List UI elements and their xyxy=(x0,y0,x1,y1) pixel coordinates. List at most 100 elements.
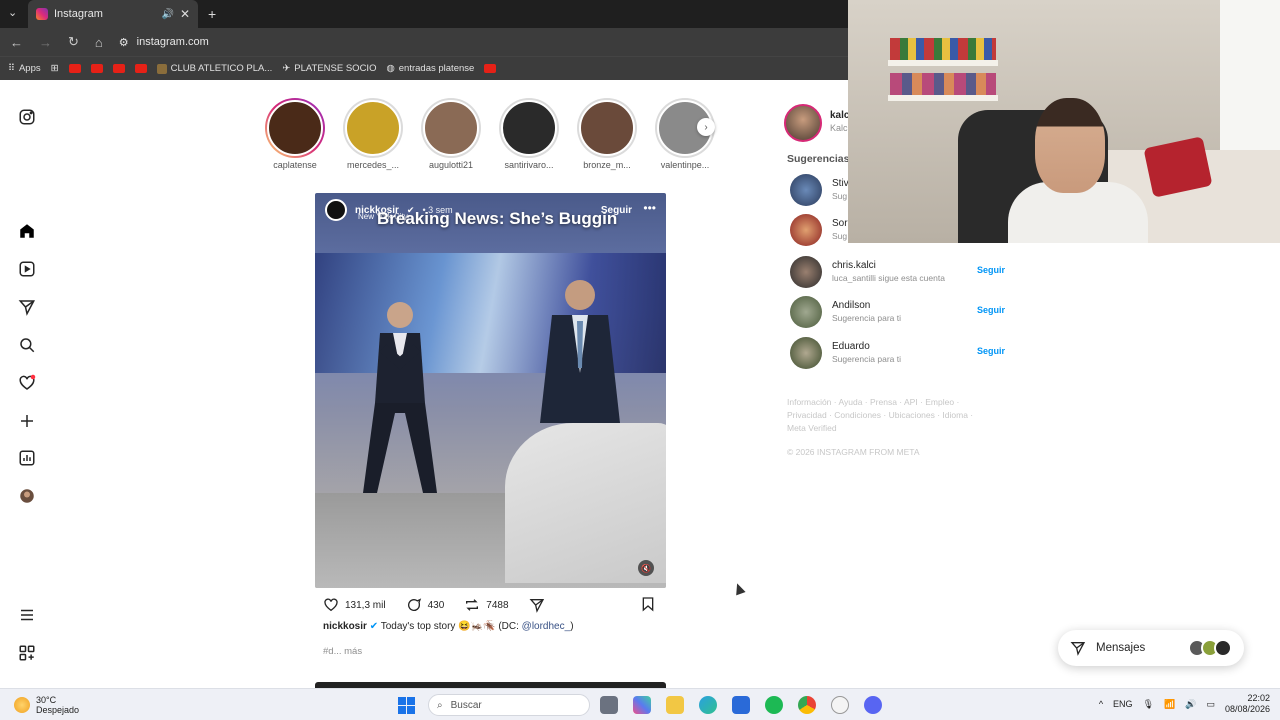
language-indicator[interactable]: ENG xyxy=(1113,699,1133,709)
follow-button[interactable]: Seguir xyxy=(977,346,1005,356)
dancing-anchor-figure xyxy=(363,302,437,493)
comments-count[interactable]: 430 xyxy=(428,600,445,611)
messages-button[interactable]: Mensajes xyxy=(1058,630,1244,666)
home-icon[interactable]: ⌂ xyxy=(95,35,103,50)
bookmark-platense-socio[interactable]: ✈ PLATENSE SOCIO xyxy=(282,63,376,74)
weather-widget[interactable]: 30°C Despejado xyxy=(14,695,79,715)
direct-send-icon[interactable] xyxy=(18,298,36,316)
forward-icon[interactable]: → xyxy=(39,35,52,50)
more-apps-icon[interactable] xyxy=(18,644,36,662)
instagram-logo-icon[interactable] xyxy=(18,108,36,126)
story-username: mercedes_... xyxy=(346,160,400,170)
copilot-icon[interactable] xyxy=(633,696,651,714)
suggestion-avatar[interactable] xyxy=(790,174,822,206)
store-icon[interactable] xyxy=(732,696,750,714)
comment-icon[interactable] xyxy=(406,597,422,613)
profile-avatar-icon[interactable] xyxy=(18,487,36,505)
bookmark-club-atletico[interactable]: CLUB ATLETICO PLA... xyxy=(156,63,272,74)
suggestion-item[interactable]: Andilson Sugerencia para ti Seguir xyxy=(790,296,1005,328)
edge-icon[interactable] xyxy=(699,696,717,714)
suggestion-item[interactable]: chris.kalci luca_santilli sigue esta cue… xyxy=(790,256,1005,288)
suggestion-avatar[interactable] xyxy=(790,296,822,328)
caption-more-link[interactable]: #d... más xyxy=(323,646,362,657)
seated-anchor-figure xyxy=(540,280,620,423)
create-plus-icon[interactable] xyxy=(18,412,36,430)
close-tab-icon[interactable]: ✕ xyxy=(180,7,190,21)
tab-search-chevron-icon[interactable]: ⌄ xyxy=(8,6,17,19)
menu-hamburger-icon[interactable] xyxy=(18,606,36,624)
reels-icon[interactable] xyxy=(18,260,36,278)
discord-icon[interactable] xyxy=(864,696,882,714)
globe-icon: ◍ xyxy=(386,63,395,74)
whatsapp-icon[interactable] xyxy=(831,696,849,714)
speaker-icon[interactable]: 🔊 xyxy=(161,9,173,20)
suggestion-avatar[interactable] xyxy=(790,256,822,288)
suggestion-name[interactable]: Sor xyxy=(832,218,848,229)
reposts-count[interactable]: 7488 xyxy=(486,600,508,611)
current-user-avatar[interactable] xyxy=(784,104,822,142)
footer-links[interactable]: Información · Ayuda · Prensa · API · Emp… xyxy=(787,396,987,435)
mute-toggle-icon[interactable]: 🔇 xyxy=(638,560,654,576)
search-placeholder: Buscar xyxy=(450,699,482,711)
volume-icon[interactable]: 🔊 xyxy=(1185,699,1196,710)
search-icon[interactable] xyxy=(18,336,36,354)
story-item[interactable]: augulotti21 xyxy=(416,98,486,170)
more-options-icon[interactable]: ••• xyxy=(643,201,656,215)
story-item[interactable]: mercedes_... xyxy=(338,98,408,170)
bookmark-entradas[interactable]: ◍ entradas platense xyxy=(386,63,474,74)
post-video[interactable]: nickkosir ✔ • 3 sem New York City Seguir… xyxy=(315,193,666,588)
chrome-icon[interactable] xyxy=(798,696,816,714)
bookmark-youtube-1[interactable] xyxy=(68,64,81,73)
site-info-icon[interactable]: ⚙ xyxy=(119,36,129,49)
tab-title: Instagram xyxy=(54,8,103,20)
bookmark-apps[interactable]: ⠿ Apps xyxy=(8,63,41,74)
dashboard-icon[interactable] xyxy=(18,449,36,467)
reload-icon[interactable]: ↻ xyxy=(68,34,79,50)
caption-username[interactable]: nickkosir xyxy=(323,621,367,632)
likes-count[interactable]: 131,3 mil xyxy=(345,600,386,611)
bookmark-grid[interactable]: ⊞ xyxy=(51,63,59,74)
share-send-icon[interactable] xyxy=(529,597,545,613)
notifications-heart-icon[interactable] xyxy=(18,374,36,392)
repost-icon[interactable] xyxy=(464,597,480,613)
current-user-name[interactable]: kalc xyxy=(830,110,849,121)
post-author-avatar[interactable] xyxy=(325,199,347,221)
url-field[interactable]: ⚙ instagram.com xyxy=(119,36,209,49)
suggestion-name[interactable]: Eduardo xyxy=(832,341,870,352)
new-tab-icon[interactable]: + xyxy=(208,6,216,22)
story-username: santirivaro... xyxy=(504,160,554,170)
suggestion-item[interactable]: Eduardo Sugerencia para ti Seguir xyxy=(790,337,1005,369)
follow-button[interactable]: Seguir xyxy=(977,265,1005,275)
suggestion-avatar[interactable] xyxy=(790,214,822,246)
spotify-icon[interactable] xyxy=(765,696,783,714)
windows-start-icon[interactable] xyxy=(398,697,415,714)
caption-mention-link[interactable]: @lordhec_ xyxy=(522,621,571,632)
bookmark-youtube-3[interactable] xyxy=(112,64,125,73)
story-item[interactable]: bronze_m... xyxy=(572,98,642,170)
follow-button[interactable]: Seguir xyxy=(977,305,1005,315)
back-icon[interactable]: ← xyxy=(10,35,23,50)
suggestion-name[interactable]: Andilson xyxy=(832,300,870,311)
home-nav-icon[interactable] xyxy=(18,222,36,240)
taskbar-search[interactable]: ⌕ Buscar xyxy=(428,694,590,716)
suggestion-avatar[interactable] xyxy=(790,337,822,369)
bookmark-youtube-2[interactable] xyxy=(90,64,103,73)
save-bookmark-icon[interactable] xyxy=(640,596,656,612)
tray-chevron-icon[interactable]: ^ xyxy=(1099,699,1103,709)
story-ring xyxy=(265,98,325,158)
stories-next-chevron-icon[interactable]: › xyxy=(697,118,715,136)
wifi-icon[interactable]: 📶 xyxy=(1164,699,1175,710)
suggestion-name[interactable]: chris.kalci xyxy=(832,260,876,271)
suggestion-name[interactable]: Stiv xyxy=(832,178,849,189)
bookmark-youtube-5[interactable] xyxy=(484,64,497,73)
story-item[interactable]: caplatense xyxy=(260,98,330,170)
like-heart-icon[interactable] xyxy=(323,597,339,613)
bookmark-youtube-4[interactable] xyxy=(134,64,147,73)
microphone-icon[interactable]: 🎙 xyxy=(1143,699,1154,710)
file-explorer-icon[interactable] xyxy=(666,696,684,714)
tab-instagram[interactable]: Instagram 🔊 ✕ xyxy=(28,0,198,28)
story-item[interactable]: santirivaro... xyxy=(494,98,564,170)
task-view-icon[interactable] xyxy=(600,696,618,714)
clock[interactable]: 22:02 08/08/2026 xyxy=(1225,693,1270,715)
battery-icon[interactable]: ▭ xyxy=(1206,699,1215,710)
